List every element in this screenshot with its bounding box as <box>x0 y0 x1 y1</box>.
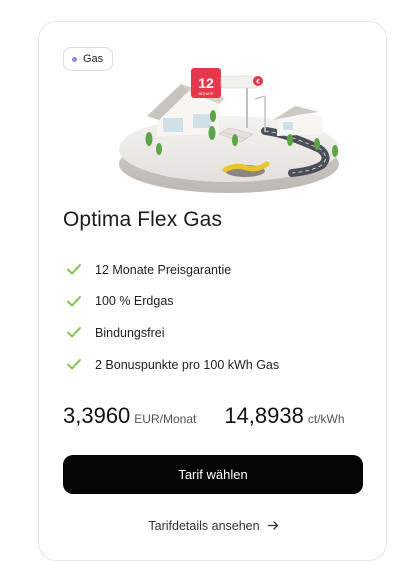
energy-price: 14,8938 ct/kWh <box>224 403 344 429</box>
feature-label: 12 Monate Preisgarantie <box>95 262 232 277</box>
monthly-price-value: 3,3960 <box>63 403 131 428</box>
energy-price-value: 14,8938 <box>224 403 304 428</box>
check-icon <box>63 358 85 372</box>
category-badge: Gas <box>63 47 114 71</box>
tariff-title: Optima Flex Gas <box>63 208 223 231</box>
feature-label: 100 % Erdgas <box>95 294 174 309</box>
sign-number: 12 <box>198 75 214 91</box>
tariff-card: Gas € 12 MONATE Optima Flex Gas 12 Monat… <box>38 21 387 561</box>
feature-label: Bindungsfrei <box>95 325 165 340</box>
select-tariff-button[interactable]: Tarif wählen <box>63 455 363 494</box>
price-guarantee-sign: € 12 MONATE <box>191 68 263 98</box>
arrow-right-icon <box>267 519 279 533</box>
feature-label: 2 Bonuspunkte pro 100 kWh Gas <box>95 357 280 372</box>
check-icon <box>63 263 85 277</box>
monthly-price-unit: EUR/Monat <box>134 412 197 426</box>
tariff-details-link[interactable]: Tarifdetails ansehen <box>39 519 388 533</box>
feature-item: Bindungsfrei <box>63 317 279 349</box>
sign-caption: MONATE <box>198 92 214 96</box>
feature-item: 12 Monate Preisgarantie <box>63 254 279 286</box>
dot-icon <box>72 56 77 62</box>
house-illustration: € 12 MONATE <box>119 68 339 193</box>
category-badge-label: Gas <box>83 53 104 65</box>
price-row: 3,3960 EUR/Monat 14,8938 ct/kWh <box>63 403 363 429</box>
feature-list: 12 Monate Preisgarantie 100 % Erdgas Bin… <box>63 254 279 380</box>
check-icon <box>63 294 85 308</box>
monthly-price: 3,3960 EUR/Monat <box>63 403 196 429</box>
feature-item: 2 Bonuspunkte pro 100 kWh Gas <box>63 349 279 381</box>
check-icon <box>63 326 85 340</box>
feature-item: 100 % Erdgas <box>63 286 279 318</box>
tariff-details-label: Tarifdetails ansehen <box>148 519 260 533</box>
energy-price-unit: ct/kWh <box>307 412 345 426</box>
